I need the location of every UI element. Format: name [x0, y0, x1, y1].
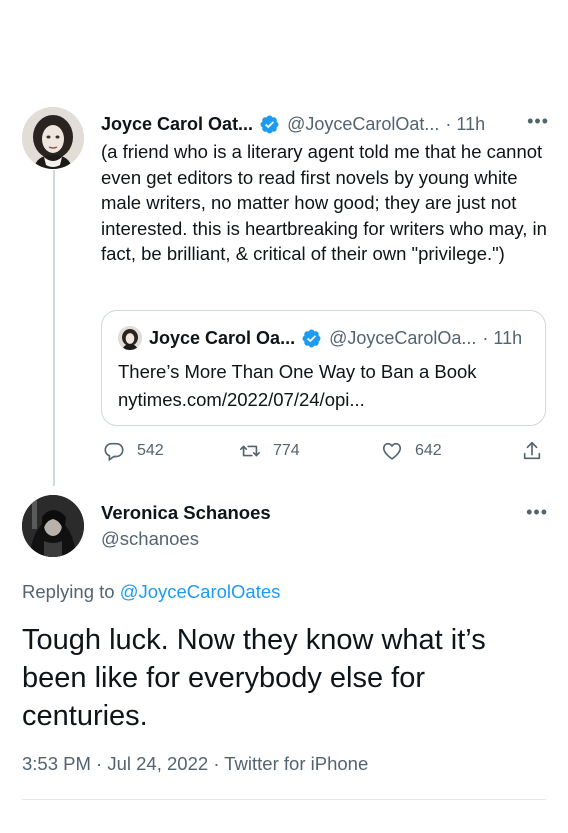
quote-timestamp: · 11h: [482, 327, 523, 348]
tweet-actions-bar: 542 774 642: [101, 440, 549, 470]
quote-author-name: Joyce Carol Oa...: [149, 327, 296, 348]
verified-badge-icon: [260, 115, 279, 133]
tweet-header: Joyce Carol Oat... @JoyceCarolOat... · 1…: [101, 111, 549, 137]
tweet-metadata: 3:53 PM · Jul 24, 2022 · Twitter for iPh…: [22, 753, 368, 775]
divider: [22, 799, 546, 800]
tweet-source[interactable]: Twitter for iPhone: [224, 753, 368, 774]
thread-connector-line: [53, 170, 55, 486]
separator-dot: ·: [96, 753, 108, 774]
author-name[interactable]: Veronica Schanoes: [101, 502, 271, 524]
retweet-count: 774: [273, 442, 300, 459]
timestamp[interactable]: · 11h: [445, 114, 485, 135]
separator-dot: ·: [213, 753, 225, 774]
like-button[interactable]: 642: [381, 440, 442, 462]
tweet-text: Tough luck. Now they know what it’s been…: [22, 624, 486, 732]
replying-to: Replying to @JoyceCarolOates: [22, 581, 280, 603]
quote-timestamp-value: 11h: [493, 327, 523, 348]
like-count: 642: [415, 442, 442, 459]
quote-author-handle: @JoyceCarolOa...: [329, 327, 477, 348]
reply-icon: [104, 442, 124, 462]
share-button[interactable]: [521, 440, 543, 462]
timestamp-value: 11h: [456, 113, 486, 134]
avatar[interactable]: [22, 107, 84, 169]
replying-to-label: Replying to: [22, 581, 115, 602]
heart-icon: [382, 442, 402, 460]
quote-avatar: [118, 326, 142, 350]
tweet-text: (a friend who is a literary agent told m…: [101, 141, 553, 264]
quote-link[interactable]: nytimes.com/2022/07/24/opi...: [118, 389, 365, 411]
portrait-image: [118, 326, 142, 350]
author-name[interactable]: Joyce Carol Oat...: [101, 114, 253, 135]
more-options-icon[interactable]: •••: [526, 502, 548, 523]
tweet-date[interactable]: Jul 24, 2022: [107, 753, 208, 774]
author-handle[interactable]: @JoyceCarolOat...: [287, 114, 439, 135]
quote-tweet-card[interactable]: Joyce Carol Oa... @JoyceCarolOa... · 11h…: [101, 310, 546, 426]
retweet-button[interactable]: 774: [239, 440, 300, 462]
portrait-image: [22, 107, 84, 169]
more-options-icon[interactable]: •••: [527, 111, 549, 132]
replying-to-link[interactable]: @JoyceCarolOates: [120, 581, 281, 602]
verified-badge-icon: [302, 329, 321, 347]
retweet-icon: [240, 445, 260, 457]
quote-text-title: There’s More Than One Way to Ban a Book: [118, 361, 477, 382]
author-handle[interactable]: @schanoes: [101, 528, 199, 550]
quote-header: Joyce Carol Oa... @JoyceCarolOa... · 11h: [118, 326, 531, 350]
avatar[interactable]: [22, 495, 84, 557]
reply-button[interactable]: 542: [103, 440, 164, 462]
reply-count: 542: [137, 442, 164, 459]
portrait-image: [22, 495, 84, 557]
share-icon: [523, 441, 541, 460]
tweet-time[interactable]: 3:53 PM: [22, 753, 91, 774]
